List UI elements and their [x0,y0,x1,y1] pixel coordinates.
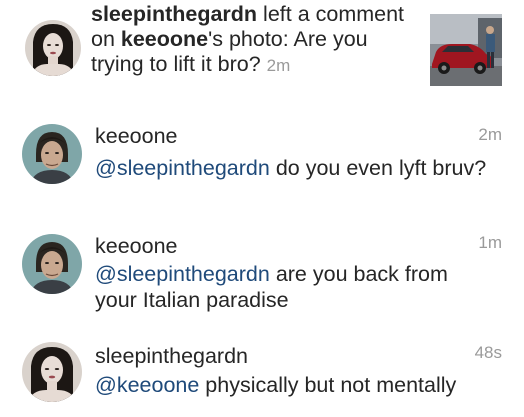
comment-mention[interactable]: @sleepinthegardn [95,156,270,180]
comment-time: 2m [478,125,502,144]
comment-text: @sleepinthegardn are you back from your … [95,261,495,313]
activity-feed: sleepinthegardn left a comment on keeoon… [0,0,524,417]
comment-username[interactable]: keeoone [95,123,178,149]
notification-text: sleepinthegardn left a comment on keeoon… [91,2,411,78]
comment-text: @sleepinthegardn do you even lyft bruv? [95,155,495,181]
comment-notification[interactable]: sleepinthegardn left a comment on keeoon… [0,0,524,100]
photo-thumbnail-icon[interactable] [430,14,502,86]
notification-target-user[interactable]: keeoone [121,27,208,51]
notification-action-after: 's photo: [208,27,294,51]
notification-time: 2m [266,56,291,75]
user-avatar-icon[interactable] [22,234,82,294]
comment-body: physically but not mentally [199,373,457,397]
comment-mention[interactable]: @sleepinthegardn [95,262,270,286]
user-avatar-icon[interactable] [22,342,82,402]
comment-time: 48s [474,343,502,362]
user-avatar-icon[interactable] [22,124,82,184]
comment-item: sleepinthegardn 48s @keeoone physically … [0,338,524,417]
comment-text: @keeoone physically but not mentally [95,372,495,398]
comment-time: 1m [478,233,502,252]
comment-mention[interactable]: @keeoone [95,373,199,397]
comment-body: do you even lyft bruv? [269,156,487,180]
comment-item: keeoone 1m @sleepinthegardn are you back… [0,228,524,328]
user-avatar-icon[interactable] [25,20,81,76]
comment-username[interactable]: keeoone [95,233,178,259]
notification-username[interactable]: sleepinthegardn [91,2,257,26]
comment-item: keeoone 2m @sleepinthegardn do you even … [0,118,524,218]
comment-username[interactable]: sleepinthegardn [95,343,248,369]
